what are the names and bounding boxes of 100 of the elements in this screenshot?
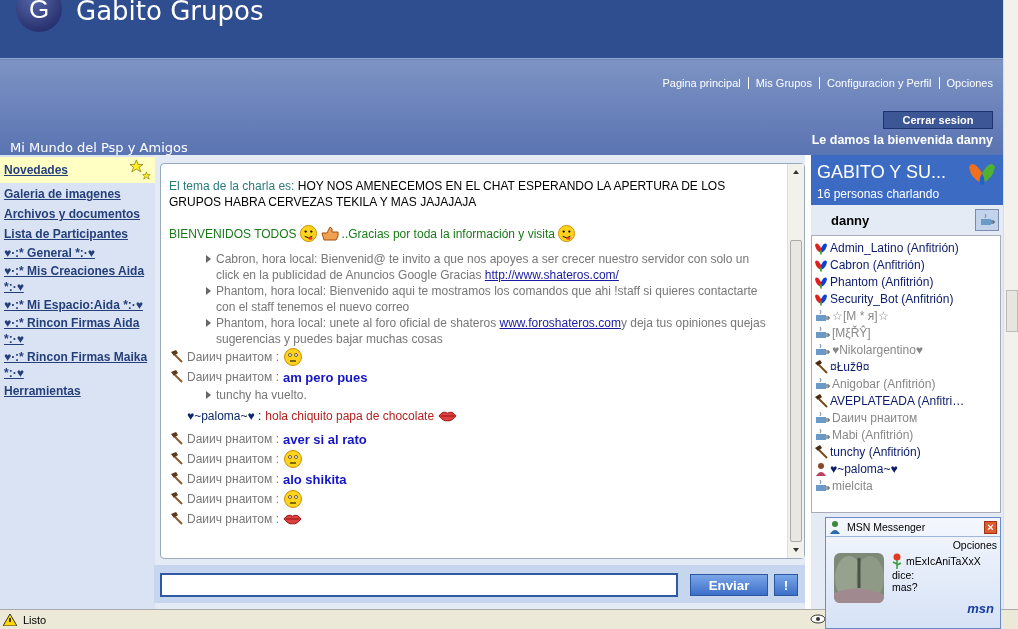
- user-name[interactable]: [MξŘŶ]: [832, 325, 871, 340]
- user-name[interactable]: Anigobar (Anfitrión): [832, 376, 936, 391]
- user-name[interactable]: Security_Bot (Anfitrión): [830, 291, 954, 306]
- popup-title: MSN Messenger: [847, 521, 927, 533]
- message-input[interactable]: [160, 573, 678, 597]
- room-title: GABITO Y SU...: [817, 161, 947, 183]
- user-name: ♥~paloma~♥ :: [187, 409, 262, 423]
- user-name[interactable]: Admin_Latino (Anfitrión): [830, 240, 959, 255]
- says-text: dice:: [892, 569, 916, 581]
- bullet-icon: [206, 319, 211, 327]
- message-text: am pero pues: [282, 369, 368, 385]
- warning-icon: [3, 613, 17, 626]
- user-name[interactable]: ♥~paloma~♥: [830, 461, 898, 476]
- system-message: tunchy ha vuelto.: [216, 387, 308, 403]
- hammer-icon: [169, 350, 183, 364]
- hammer-icon: [814, 393, 828, 408]
- message-text: alo shikita: [282, 471, 347, 487]
- hammer-icon: [169, 492, 183, 506]
- eye-icon: [810, 614, 826, 624]
- hammer-icon: [169, 452, 183, 466]
- welcome-text: Le damos la bienvenida danny: [811, 133, 993, 147]
- stars-icon: [129, 159, 151, 181]
- hammer-icon: [814, 359, 828, 374]
- hammer-icon: [169, 512, 183, 526]
- web-link[interactable]: www.foroshateros.com: [499, 316, 621, 330]
- smiley-icon: [557, 224, 576, 243]
- greeting-text: BIENVENIDOS TODOS: [169, 226, 297, 241]
- web-link[interactable]: http://www.shateros.com/: [484, 268, 619, 282]
- sidebar-link[interactable]: Archivos y documentos: [0, 205, 155, 223]
- message-text: aver si al rato: [282, 431, 367, 447]
- hammer-icon: [169, 472, 183, 486]
- sidebar-link[interactable]: ♥·:* Rincon Firmas Aida *:·♥: [0, 315, 155, 347]
- avatar-icon: [814, 461, 828, 476]
- send-button[interactable]: Enviar: [690, 574, 768, 596]
- thumbs-up-icon: [319, 225, 340, 242]
- user-name[interactable]: ¤Łužθ¤: [830, 359, 870, 374]
- cup-icon: [814, 427, 830, 442]
- user-name[interactable]: tunchy (Anfitrión): [830, 444, 921, 459]
- user-name: Dаиич рнаитом :: [187, 492, 279, 506]
- cup-icon: [979, 213, 995, 227]
- close-button[interactable]: ×: [984, 520, 997, 534]
- user-name: Dаиич рнаитом :: [187, 350, 279, 364]
- user-name[interactable]: ☆[M * я]☆: [832, 308, 889, 323]
- smiley-icon: [282, 347, 303, 367]
- user-name[interactable]: Cabron (Anfitrión): [830, 257, 925, 272]
- logo-badge: G: [16, 0, 62, 32]
- options-link[interactable]: Opciones: [949, 537, 1000, 551]
- cup-icon: [814, 325, 830, 340]
- page-scrollbar[interactable]: [1003, 0, 1018, 609]
- user-name[interactable]: mielcita: [832, 478, 873, 493]
- user-name: Dаиич рнаитом :: [187, 370, 279, 384]
- status-text: Listo: [23, 613, 47, 626]
- cup-icon: [814, 410, 830, 425]
- lips-icon: [282, 513, 302, 525]
- msn-logo: msn: [967, 601, 995, 616]
- bullet-icon: [206, 391, 211, 399]
- group-name: Mi Mundo del Psp y Amigos: [10, 140, 188, 155]
- user-name[interactable]: Mabi (Anfitrión): [832, 427, 914, 442]
- lips-icon: [438, 410, 458, 422]
- sidebar-link[interactable]: ♥·:* Mi Espacio:Aida *:·♥: [0, 297, 155, 313]
- sidebar-link[interactable]: ♥·:* Rincon Firmas Maika *:·♥: [0, 349, 155, 381]
- user-name: Dаиич рнаитом :: [187, 472, 279, 486]
- cup-icon: [814, 308, 830, 323]
- user-name[interactable]: Dаиич рнаитом: [832, 410, 918, 425]
- system-message: Cabron, hora local: Bienvenid@ te invito a que nos apoyes a ser crecer nuestro servidor con solo un click en la publicidad de Anuncios Google Gracias http://www.shateros.com/: [216, 251, 751, 283]
- greeting-text: ..Gracias por toda la información y visita: [341, 226, 555, 241]
- rose-icon: [892, 553, 902, 569]
- logout-button[interactable]: Cerrar sesion: [883, 111, 993, 129]
- sidebar-link[interactable]: ♥·:* General *:·♥: [0, 245, 155, 261]
- user-name: Dаиич рнаитом :: [187, 512, 279, 526]
- sidebar-link[interactable]: Novedades: [0, 157, 155, 183]
- sender-name: mExIcAniTaXxX: [906, 555, 981, 567]
- hammer-icon: [169, 370, 183, 384]
- bullet-icon: [206, 255, 211, 263]
- hammer-icon: [814, 444, 828, 459]
- system-message: Phantom, hora local: unete al foro oficial de shateros www.foroshateros.comy deja tus opiniones quejas sugerencias y puedes bajar muchas cosas: [216, 315, 767, 347]
- cup-icon: [814, 342, 830, 357]
- sidebar-link[interactable]: Galeria de imagenes: [0, 185, 155, 203]
- hammer-icon: [169, 432, 183, 446]
- user-name: Dаиич рнаитом :: [187, 432, 279, 446]
- current-user: danny: [831, 212, 870, 228]
- message-text: mas?: [892, 581, 919, 593]
- cup-icon: [814, 376, 830, 391]
- scrollbar[interactable]: [787, 164, 804, 558]
- sidebar-link[interactable]: ♥·:* Mis Creaciones Aida *:·♥: [0, 263, 155, 295]
- smiley-icon: [282, 489, 303, 509]
- user-name[interactable]: ♥Nikolargentino♥: [832, 342, 923, 357]
- smiley-icon: [282, 449, 303, 469]
- site-title: Gabito Grupos: [76, 0, 264, 26]
- cup-icon: [814, 478, 830, 493]
- people-count: 16 personas charlando: [817, 187, 941, 201]
- people-icon: [829, 520, 843, 534]
- smiley-icon: [298, 224, 318, 243]
- topic-text: El tema de la charla es: HOY NOS AMENECEMOS EN EL CHAT ESPERANDO LA APERTURA DE LOS GRUPOS HABRA CERVEZAS TEKILA Y MAS JAJAJAJA: [169, 178, 727, 210]
- user-name[interactable]: Phantom (Anfitrión): [830, 274, 934, 289]
- bullet-icon: [206, 287, 211, 295]
- sidebar-link[interactable]: Herramientas: [0, 383, 155, 399]
- user-name: Dаиич рнаитом :: [187, 452, 279, 466]
- sidebar-link[interactable]: Lista de Participantes: [0, 225, 155, 243]
- user-name[interactable]: AVEPLATEADA (Anfitri…: [830, 393, 965, 408]
